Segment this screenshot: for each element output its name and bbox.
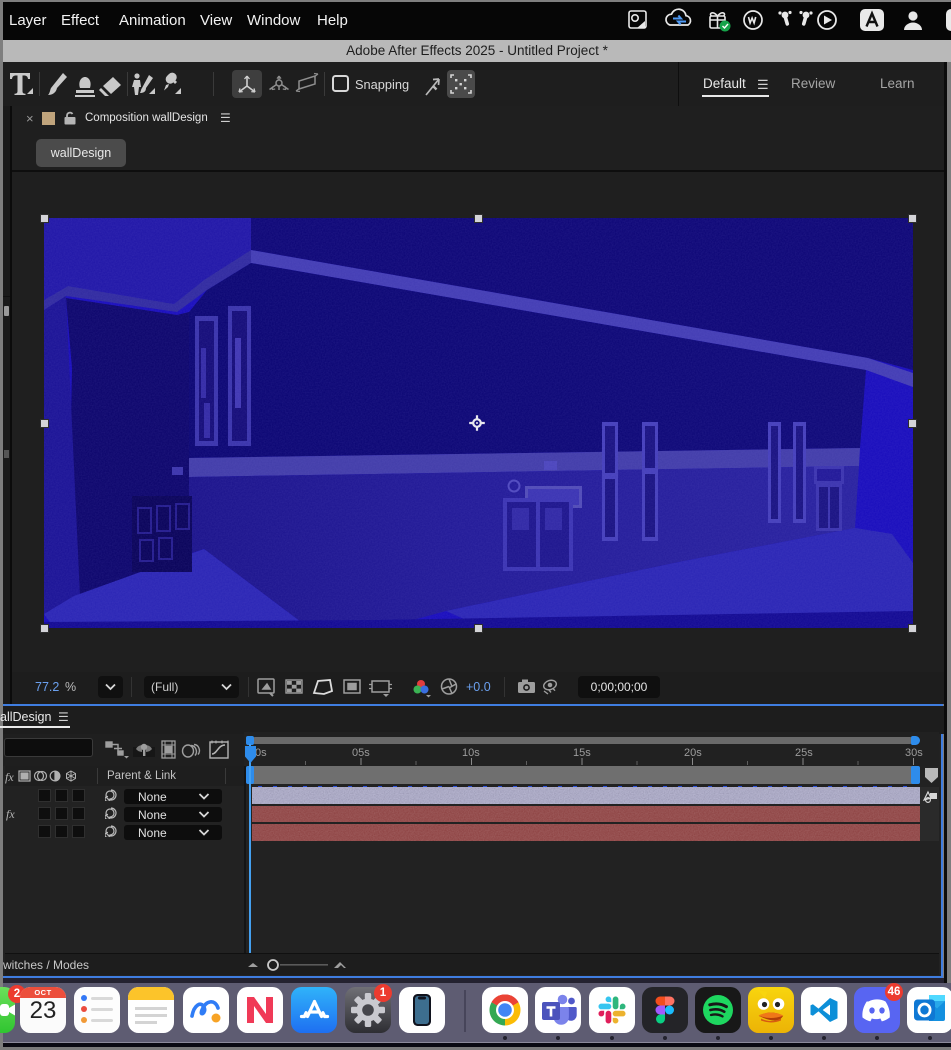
svg-text:Snapping: Snapping [355, 77, 409, 92]
svg-text:fx: fx [5, 770, 14, 784]
svg-text:+0.0: +0.0 [466, 680, 491, 694]
